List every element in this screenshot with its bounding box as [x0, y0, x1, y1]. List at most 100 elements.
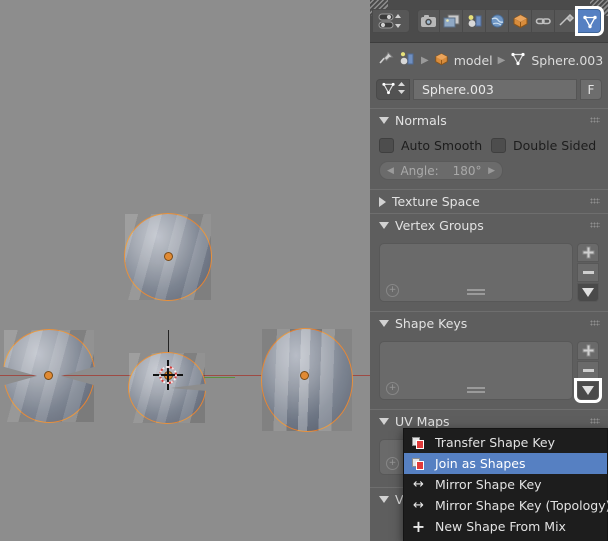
vertex-groups-panel-header[interactable]: Vertex Groups — [370, 213, 608, 237]
chevron-down-icon — [379, 418, 389, 425]
shape-keys-buttons — [574, 341, 602, 403]
mesh-datablock-row: Sphere.003 F — [376, 79, 602, 100]
normals-panel-body: Auto Smooth Double Sided ◀ Angle: 180° ▶ — [370, 132, 608, 189]
panel-title: Shape Keys — [395, 316, 468, 331]
object-data-tab[interactable] — [575, 6, 604, 36]
sphere-right-view[interactable] — [261, 328, 353, 432]
panel-title: UV Maps — [395, 414, 450, 429]
object-tab[interactable] — [509, 9, 532, 33]
render-tab[interactable] — [417, 9, 440, 33]
menu-item-label: Join as Shapes — [435, 456, 526, 471]
double-sided-checkbox-item[interactable]: Double Sided — [491, 138, 596, 153]
breadcrumb-data-name[interactable]: Sphere.003 — [531, 53, 603, 68]
menu-item-join-as-shapes[interactable]: Join as Shapes — [404, 453, 607, 474]
3d-cursor — [153, 360, 183, 390]
vertex-groups-panel: Vertex Groups + — [370, 213, 608, 311]
double-sided-checkbox[interactable] — [491, 138, 506, 153]
mesh-data-icon — [510, 52, 526, 69]
panel-title: Texture Space — [392, 194, 480, 209]
properties-tab-row — [372, 6, 608, 36]
pin-icon[interactable] — [378, 51, 394, 70]
chevron-down-icon — [582, 386, 594, 395]
vertex-groups-panel-body: + — [370, 237, 608, 311]
mesh-name-input[interactable]: Sphere.003 — [413, 79, 577, 100]
browse-scene-icon[interactable] — [399, 51, 416, 70]
list-resize-grip[interactable] — [467, 387, 485, 393]
copy-icon — [411, 436, 426, 450]
render-layers-tab[interactable] — [440, 9, 463, 33]
breadcrumb: ▶ model ▶ Sphere.003 — [370, 43, 608, 75]
list-resize-grip[interactable] — [467, 289, 485, 295]
object-origin-right — [300, 371, 309, 380]
blender-window: ▶ model ▶ Sphere.003 Sphere.003 F Normal… — [0, 0, 608, 541]
chevron-down-icon — [379, 117, 389, 124]
breadcrumb-object-name[interactable]: model — [454, 53, 493, 68]
panel-drag-grip[interactable] — [590, 418, 600, 424]
minus-icon — [582, 271, 594, 274]
chevron-down-icon — [379, 496, 389, 503]
world-tab[interactable] — [486, 9, 509, 33]
3d-viewport[interactable] — [0, 0, 370, 541]
remove-vertex-group-button[interactable] — [577, 263, 599, 282]
menu-item-new-shape-from-mix[interactable]: + New Shape From Mix — [404, 516, 607, 537]
texture-space-panel-header[interactable]: Texture Space — [370, 189, 608, 213]
add-shape-key-button[interactable] — [577, 341, 599, 360]
texture-space-panel: Texture Space — [370, 189, 608, 213]
properties-header — [370, 0, 608, 43]
panel-drag-grip[interactable] — [590, 222, 600, 228]
list-zoom-icon[interactable]: + — [386, 457, 399, 470]
panel-title: Vertex Groups — [395, 218, 484, 233]
chevron-right-icon[interactable]: ▶ — [488, 166, 495, 176]
normals-checkbox-row: Auto Smooth Double Sided — [379, 138, 599, 153]
shape-keys-list[interactable]: + — [379, 341, 573, 400]
angle-value: 180° — [452, 163, 482, 178]
list-zoom-icon[interactable]: + — [386, 284, 399, 297]
chevron-right-icon — [379, 196, 386, 207]
object-origin-left — [44, 371, 53, 380]
chevron-down-icon — [582, 288, 594, 297]
copy-icon — [411, 457, 426, 471]
panel-drag-grip[interactable] — [590, 117, 600, 123]
remove-shape-key-button[interactable] — [577, 361, 599, 380]
constraints-tab[interactable] — [532, 9, 555, 33]
vertex-groups-list[interactable]: + — [379, 243, 573, 302]
vertex-group-specials-button[interactable] — [577, 283, 599, 302]
add-vertex-group-button[interactable] — [577, 243, 599, 262]
modifiers-tab[interactable] — [555, 9, 578, 33]
menu-item-mirror-shape-key[interactable]: ↔ Mirror Shape Key — [404, 474, 607, 495]
updown-arrows-icon — [397, 80, 406, 99]
auto-smooth-angle-slider[interactable]: ◀ Angle: 180° ▶ — [379, 161, 503, 180]
editor-type-selector[interactable] — [372, 9, 410, 33]
panel-drag-grip[interactable] — [590, 320, 600, 326]
breadcrumb-separator-1: ▶ — [421, 54, 429, 66]
breadcrumb-separator-2: ▶ — [497, 54, 506, 66]
chevron-down-icon — [379, 320, 389, 327]
chevron-left-icon[interactable]: ◀ — [387, 166, 394, 176]
mesh-data-icon — [381, 80, 396, 99]
shape-keys-panel: Shape Keys + — [370, 311, 608, 409]
plus-icon: + — [411, 516, 426, 536]
angle-label: Angle: — [400, 163, 439, 178]
browse-mesh-data-button[interactable] — [376, 79, 410, 100]
menu-item-label: New Shape From Mix — [435, 519, 566, 534]
panel-drag-grip[interactable] — [590, 198, 600, 204]
scene-tab[interactable] — [463, 9, 486, 33]
double-sided-label: Double Sided — [513, 138, 597, 153]
list-zoom-icon[interactable]: + — [386, 382, 399, 395]
shape-key-specials-button[interactable] — [574, 378, 602, 403]
normals-panel: Normals Auto Smooth Double Sided ◀ Angle… — [370, 108, 608, 189]
auto-smooth-checkbox[interactable] — [379, 138, 394, 153]
editor-type-button[interactable] — [372, 9, 410, 33]
auto-smooth-label: Auto Smooth — [401, 138, 483, 153]
vertex-groups-list-row: + — [379, 243, 599, 302]
auto-smooth-checkbox-item[interactable]: Auto Smooth — [379, 138, 491, 153]
menu-item-transfer-shape-key[interactable]: Transfer Shape Key — [404, 432, 607, 453]
shape-keys-panel-body: + — [370, 335, 608, 409]
vertex-groups-buttons — [577, 243, 599, 302]
shape-key-specials-menu: Transfer Shape Key Join as Shapes ↔ Mirr… — [403, 428, 608, 541]
normals-panel-header[interactable]: Normals — [370, 108, 608, 132]
cube-icon — [434, 52, 449, 69]
shape-keys-panel-header[interactable]: Shape Keys — [370, 311, 608, 335]
fake-user-button[interactable]: F — [580, 79, 602, 100]
menu-item-mirror-shape-key-topology[interactable]: ↔ Mirror Shape Key (Topology) — [404, 495, 608, 516]
